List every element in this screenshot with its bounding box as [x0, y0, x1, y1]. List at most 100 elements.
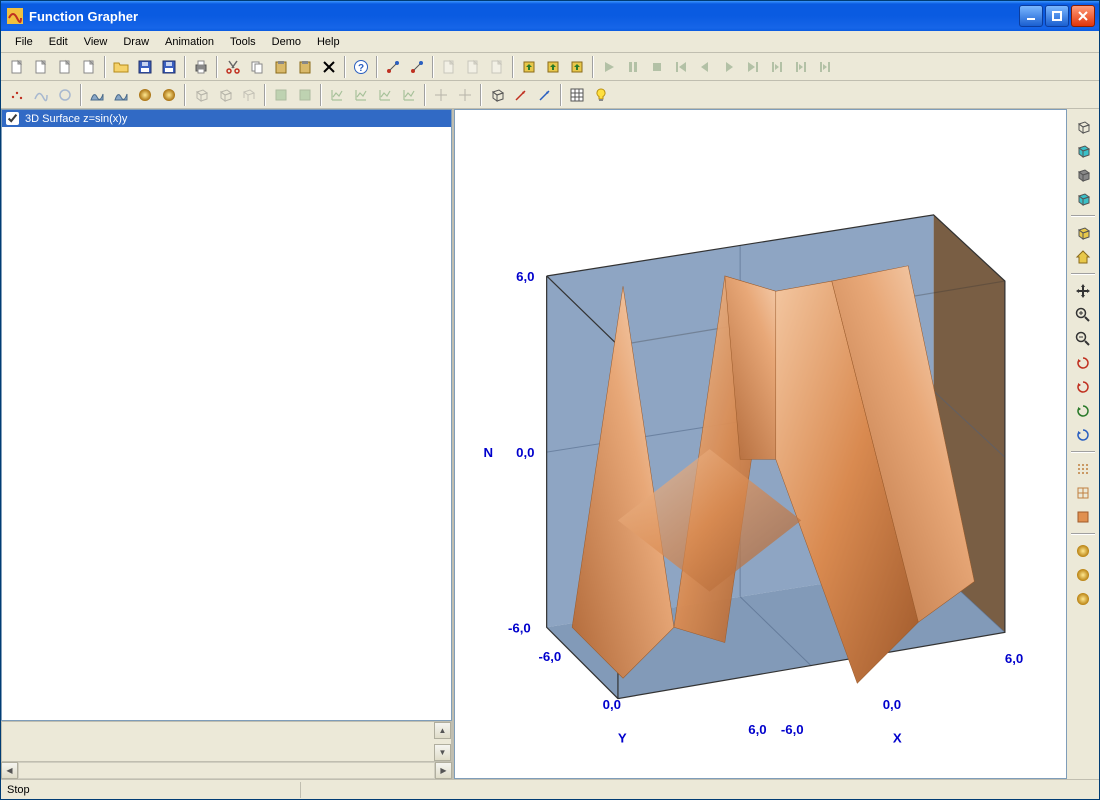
scroll-up-icon[interactable]: ▲	[434, 722, 451, 739]
rotate-x-icon[interactable]	[1071, 375, 1095, 399]
vector-red-icon[interactable]	[509, 83, 533, 107]
left-pane: 3D Surface z=sin(x)y ▲ ▼ ◀ ▶	[1, 109, 454, 779]
plot-viewport[interactable]: 6,0 0,0 -6,0 N -6,0 0,0 6,0 Y -6,0 0,0 6…	[454, 109, 1067, 779]
menu-file[interactable]: File	[7, 33, 41, 51]
cube-solid-icon[interactable]	[1071, 163, 1095, 187]
zoom-out-icon[interactable]	[1071, 327, 1095, 351]
cube-wire-cyan-icon[interactable]	[1071, 139, 1095, 163]
sphere-b-icon[interactable]	[157, 83, 181, 107]
save-icon[interactable]	[133, 55, 157, 79]
print-icon[interactable]	[189, 55, 213, 79]
scroll-right-icon[interactable]: ▶	[435, 762, 452, 779]
bulb-icon[interactable]	[589, 83, 613, 107]
y-axis-label: Y	[618, 730, 627, 745]
loop-c-icon	[813, 55, 837, 79]
cube-wire-icon[interactable]	[1071, 115, 1095, 139]
scroll-left-icon[interactable]: ◀	[1, 762, 18, 779]
table-icon[interactable]	[565, 83, 589, 107]
open-folder-icon[interactable]	[109, 55, 133, 79]
export-b-icon[interactable]	[541, 55, 565, 79]
menu-help[interactable]: Help	[309, 33, 348, 51]
sphere-a-icon[interactable]	[133, 83, 157, 107]
menu-draw[interactable]: Draw	[115, 33, 157, 51]
mesh-wire-icon[interactable]	[1071, 481, 1095, 505]
vector-blue-icon[interactable]	[533, 83, 557, 107]
prev-icon	[693, 55, 717, 79]
mesh-fill-icon[interactable]	[1071, 505, 1095, 529]
cut-icon[interactable]	[221, 55, 245, 79]
zoom-in-icon[interactable]	[1071, 303, 1095, 327]
x-tick-max: 6,0	[1005, 651, 1023, 666]
cube-cyan-icon[interactable]	[1071, 187, 1095, 211]
rotate-z-icon[interactable]	[1071, 423, 1095, 447]
template-icon[interactable]	[77, 55, 101, 79]
work-area: 3D Surface z=sin(x)y ▲ ▼ ◀ ▶	[1, 109, 1099, 779]
function-label: 3D Surface z=sin(x)y	[25, 113, 127, 125]
function-list[interactable]: 3D Surface z=sin(x)y	[1, 109, 452, 721]
axis-a-icon	[429, 83, 453, 107]
scrollbar-horizontal[interactable]: ◀ ▶	[1, 762, 452, 779]
trace-icon[interactable]	[381, 55, 405, 79]
minimize-button[interactable]	[1019, 5, 1043, 27]
open-template-icon[interactable]	[53, 55, 77, 79]
scrollbar-vertical[interactable]: ▲ ▼	[434, 722, 451, 761]
rotate-y-icon[interactable]	[1071, 399, 1095, 423]
title-bar: Function Grapher	[1, 1, 1099, 31]
grid3d-icon	[237, 83, 261, 107]
toolbar-right	[1067, 109, 1099, 779]
copy-icon[interactable]	[245, 55, 269, 79]
ball-c-icon[interactable]	[1071, 587, 1095, 611]
pause-icon	[621, 55, 645, 79]
stop-icon	[645, 55, 669, 79]
z-tick-max: 6,0	[516, 269, 534, 284]
paste-special-icon[interactable]	[293, 55, 317, 79]
function-checkbox[interactable]	[6, 112, 19, 125]
plot-a-icon	[437, 55, 461, 79]
curve-icon	[29, 83, 53, 107]
play-icon	[597, 55, 621, 79]
circle-icon	[53, 83, 77, 107]
area-icon[interactable]	[85, 83, 109, 107]
delete-icon[interactable]	[317, 55, 341, 79]
left-bottom-panel: ▲ ▼ ◀ ▶	[1, 721, 452, 779]
trace2-icon[interactable]	[405, 55, 429, 79]
toolbar-main: ?	[1, 53, 1099, 81]
function-item[interactable]: 3D Surface z=sin(x)y	[2, 110, 451, 127]
rotate-icon[interactable]	[1071, 351, 1095, 375]
help-icon[interactable]: ?	[349, 55, 373, 79]
menu-view[interactable]: View	[76, 33, 116, 51]
move-icon[interactable]	[1071, 279, 1095, 303]
menu-tools[interactable]: Tools	[222, 33, 264, 51]
y-tick-mid: 0,0	[603, 697, 621, 712]
paste-icon[interactable]	[269, 55, 293, 79]
maximize-button[interactable]	[1045, 5, 1069, 27]
new2-icon[interactable]	[29, 55, 53, 79]
status-text: Stop	[1, 782, 301, 798]
chart-c-icon	[373, 83, 397, 107]
loop-a-icon	[765, 55, 789, 79]
menu-edit[interactable]: Edit	[41, 33, 76, 51]
ball-a-icon[interactable]	[1071, 539, 1095, 563]
scatter-icon[interactable]	[5, 83, 29, 107]
x-tick-min: -6,0	[781, 722, 804, 737]
y-tick-max: 6,0	[748, 722, 766, 737]
menu-animation[interactable]: Animation	[157, 33, 222, 51]
status-bar: Stop	[1, 779, 1099, 799]
scroll-down-icon[interactable]: ▼	[434, 744, 451, 761]
shaded-icon[interactable]	[109, 83, 133, 107]
menu-demo[interactable]: Demo	[264, 33, 309, 51]
ball-b-icon[interactable]	[1071, 563, 1095, 587]
save-as-icon[interactable]	[157, 55, 181, 79]
menu-bar: File Edit View Draw Animation Tools Demo…	[1, 31, 1099, 53]
export-c-icon[interactable]	[565, 55, 589, 79]
mesh-points-icon[interactable]	[1071, 457, 1095, 481]
close-button[interactable]	[1071, 5, 1095, 27]
z-tick-min: -6,0	[508, 620, 531, 635]
export-a-icon[interactable]	[517, 55, 541, 79]
house-icon[interactable]	[1071, 245, 1095, 269]
axis-b-icon	[453, 83, 477, 107]
cube-yellow-icon[interactable]	[1071, 221, 1095, 245]
cube-tool-icon[interactable]	[485, 83, 509, 107]
new-icon[interactable]	[5, 55, 29, 79]
x-axis-label: X	[893, 730, 902, 745]
